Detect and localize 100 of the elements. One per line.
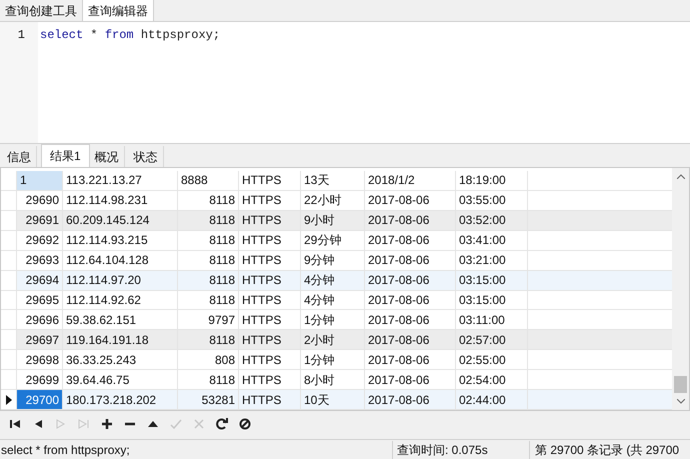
table-cell: 112.114.93.215 [63, 230, 178, 250]
table-row[interactable]: 29693 112.64.104.128 8118 HTTPS 9分钟 2017-08-06 03:21:00 [1, 250, 672, 271]
table-cell: HTTPS [239, 310, 301, 330]
table-cell: 113.221.13.27 [63, 171, 178, 190]
table-cell: 8118 [178, 370, 239, 390]
scroll-up-icon[interactable] [676, 174, 684, 179]
table-cell: HTTPS [239, 330, 301, 350]
table-cell: HTTPS [239, 230, 301, 250]
table-cell: 29699 [17, 370, 63, 390]
table-cell: 29691 [17, 210, 63, 230]
table-cell: 180.173.218.202 [63, 390, 178, 410]
table-cell: HTTPS [239, 290, 301, 310]
table-cell: 9小时 [301, 210, 365, 230]
table-row[interactable]: 29695 112.114.92.62 8118 HTTPS 4分钟 2017-08-06 03:15:00 [1, 290, 672, 310]
table-cell: 8118 [178, 190, 239, 210]
table-cell: 8118 [178, 210, 239, 230]
table-row[interactable]: 29691 60.209.145.124 8118 HTTPS 9小时 2017-08-06 03:52:00 [1, 210, 672, 231]
line-number: 1 [16, 27, 26, 44]
table-cell: 4分钟 [301, 270, 365, 290]
table-cell: 03:15:00 [456, 270, 528, 290]
result-tab[interactable]: 结果1 [41, 144, 90, 167]
table-cell: 8小时 [301, 370, 365, 390]
table-cell: 9分钟 [301, 250, 365, 270]
table-cell: 1 [17, 171, 63, 190]
table-cell: 13天 [301, 171, 365, 190]
code-editor[interactable]: 1 select * from httpsproxy; [0, 22, 690, 144]
scroll-down-icon[interactable] [676, 399, 684, 404]
table-cell: 22小时 [301, 190, 365, 210]
table-cell: 02:44:00 [456, 390, 528, 410]
table-cell: 03:15:00 [456, 290, 528, 310]
table-cell: 112.114.92.62 [63, 290, 178, 310]
table-cell: 2小时 [301, 330, 365, 350]
editor-tab[interactable]: 查询编辑器 [82, 0, 154, 21]
status-query: select * from httpsproxy; [0, 442, 131, 458]
table-cell: 03:52:00 [456, 210, 528, 230]
table-cell: 29696 [17, 310, 63, 330]
table-cell: 2017-08-06 [365, 250, 456, 270]
table-cell: 8118 [178, 330, 239, 350]
table-row[interactable]: 29692 112.114.93.215 8118 HTTPS 29分钟 2017-08-06 03:41:00 [1, 230, 672, 251]
table-cell: 2018/1/2 [365, 171, 456, 190]
table-cell: 8118 [178, 290, 239, 310]
table-cell: 29分钟 [301, 230, 365, 250]
refresh-icon[interactable] [215, 417, 229, 431]
row-indicator[interactable] [1, 390, 17, 410]
table-cell: 2017-08-06 [365, 310, 456, 330]
table-row[interactable]: 29696 59.38.62.151 9797 HTTPS 1分钟 2017-08-06 03:11:00 [1, 310, 672, 330]
table-cell: HTTPS [239, 250, 301, 270]
table-cell: HTTPS [239, 190, 301, 210]
table-cell: 1分钟 [301, 350, 365, 370]
table-cell: 29692 [17, 230, 63, 250]
table-cell: 2017-08-06 [365, 190, 456, 210]
table-cell: 112.114.98.231 [63, 190, 178, 210]
table-cell: 03:55:00 [456, 190, 528, 210]
table-row[interactable]: 29699 39.64.46.75 8118 HTTPS 8小时 2017-08-06 02:54:00 [1, 370, 672, 390]
table-cell: 60.209.145.124 [63, 210, 178, 230]
scrollbar[interactable] [672, 168, 689, 410]
table-cell: 03:11:00 [456, 310, 528, 330]
table-cell: 4分钟 [301, 290, 365, 310]
table-row[interactable]: 29698 36.33.25.243 808 HTTPS 1分钟 2017-08-06 02:55:00 [1, 350, 672, 370]
table-cell: 02:54:00 [456, 370, 528, 390]
add-icon[interactable] [100, 417, 114, 431]
table-cell: 03:21:00 [456, 250, 528, 270]
query-time: 查询时间: 0.075s [392, 440, 529, 458]
table-row[interactable]: 1 113.221.13.27 8888 HTTPS 13天 2018/1/2 18:19:00 [1, 171, 672, 191]
table-row[interactable]: 29700 180.173.218.202 53281 HTTPS 10天 2017-08-06 02:44:00 [1, 390, 672, 410]
table-cell: 2017-08-06 [365, 350, 456, 370]
code-line: select * from httpsproxy; [40, 27, 220, 44]
table-cell: 2017-08-06 [365, 210, 456, 230]
table-cell: HTTPS [239, 210, 301, 230]
table-cell: 8118 [178, 230, 239, 250]
table-cell: 10天 [301, 390, 365, 410]
table-cell: 03:41:00 [456, 230, 528, 250]
table-cell: 02:55:00 [456, 350, 528, 370]
table-cell: 2017-08-06 [365, 370, 456, 390]
table-cell: 119.164.191.18 [63, 330, 178, 350]
table-cell: 39.64.46.75 [63, 370, 178, 390]
first-icon[interactable] [8, 417, 22, 431]
table-cell: 2017-08-06 [365, 230, 456, 250]
table-cell: 02:57:00 [456, 330, 528, 350]
table-cell: 36.33.25.243 [63, 350, 178, 370]
table-cell: 2017-08-06 [365, 330, 456, 350]
table-cell: 8118 [178, 270, 239, 290]
table-cell: 9797 [178, 310, 239, 330]
table-row[interactable]: 29697 119.164.191.18 8118 HTTPS 2小时 2017-08-06 02:57:00 [1, 330, 672, 350]
table-cell: HTTPS [239, 370, 301, 390]
table-cell: 29700 [17, 390, 63, 410]
table-cell: 29695 [17, 290, 63, 310]
table-cell: HTTPS [239, 350, 301, 370]
record-count: 第 29700 条记录 (共 29700 [529, 440, 690, 458]
table-cell: 29697 [17, 330, 63, 350]
table-cell: 2017-08-06 [365, 390, 456, 410]
table-cell: 29698 [17, 350, 63, 370]
table-cell: 112.64.104.128 [63, 250, 178, 270]
table-row[interactable]: 29690 112.114.98.231 8118 HTTPS 22小时 2017-08-06 03:55:00 [1, 190, 672, 211]
table-cell: 18:19:00 [456, 171, 528, 190]
table-cell: 8118 [178, 250, 239, 270]
scroll-thumb[interactable] [674, 376, 687, 393]
stop-icon[interactable] [238, 417, 252, 431]
table-cell: 808 [178, 350, 239, 370]
table-row[interactable]: 29694 112.114.97.20 8118 HTTPS 4分钟 2017-08-06 03:15:00 [1, 270, 672, 291]
